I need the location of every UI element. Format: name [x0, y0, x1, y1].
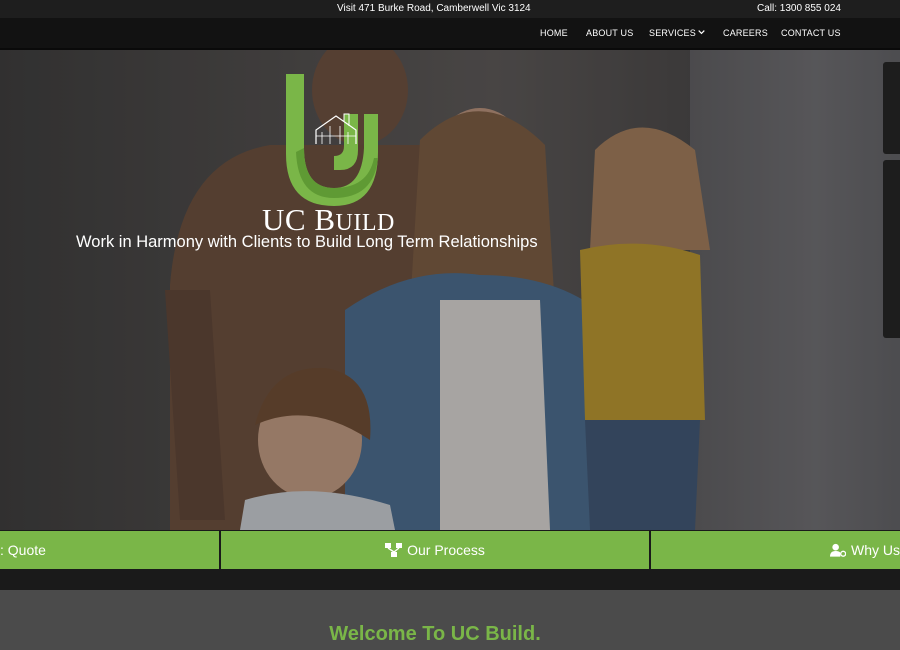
why-us-button[interactable]: Why Us	[651, 531, 900, 569]
phone-link[interactable]: Call: 1300 855 024	[757, 3, 841, 14]
top-info-bar: Visit 471 Burke Road, Camberwell Vic 312…	[0, 0, 900, 18]
section-divider	[0, 570, 900, 590]
welcome-section: Welcome To UC Build.	[0, 590, 900, 650]
side-widget-top[interactable]	[883, 62, 900, 154]
address-text: Visit 471 Burke Road, Camberwell Vic 312…	[337, 3, 531, 14]
nav-home[interactable]: HOME	[540, 28, 568, 38]
sitemap-icon	[385, 543, 403, 557]
uc-build-logo-icon	[286, 74, 378, 206]
get-quote-label: : Quote	[0, 542, 46, 558]
user-cog-icon	[830, 543, 846, 557]
side-widget-bottom[interactable]	[883, 160, 900, 338]
welcome-heading: Welcome To UC Build.	[329, 623, 541, 645]
hero-tagline: Work in Harmony with Clients to Build Lo…	[76, 233, 538, 251]
main-navigation: HOME ABOUT US SERVICES CAREERS CONTACT U…	[0, 18, 900, 50]
nav-careers[interactable]: CAREERS	[723, 28, 768, 38]
nav-services[interactable]: SERVICES	[649, 28, 696, 38]
get-quote-button[interactable]: : Quote	[0, 531, 219, 569]
our-process-button[interactable]: Our Process	[221, 531, 649, 569]
cta-bar: : Quote Our Process Why Us	[0, 530, 900, 570]
why-us-label: Why Us	[851, 542, 900, 558]
nav-contact-us[interactable]: CONTACT US	[781, 28, 841, 38]
nav-about-us[interactable]: ABOUT US	[586, 28, 633, 38]
hero-dim-overlay	[0, 50, 900, 530]
chevron-down-icon[interactable]	[698, 29, 705, 35]
logo-wordmark-big: UC B	[262, 202, 336, 237]
our-process-label: Our Process	[407, 542, 485, 558]
hero-banner: UC BUILD Work in Harmony with Clients to…	[0, 50, 900, 530]
